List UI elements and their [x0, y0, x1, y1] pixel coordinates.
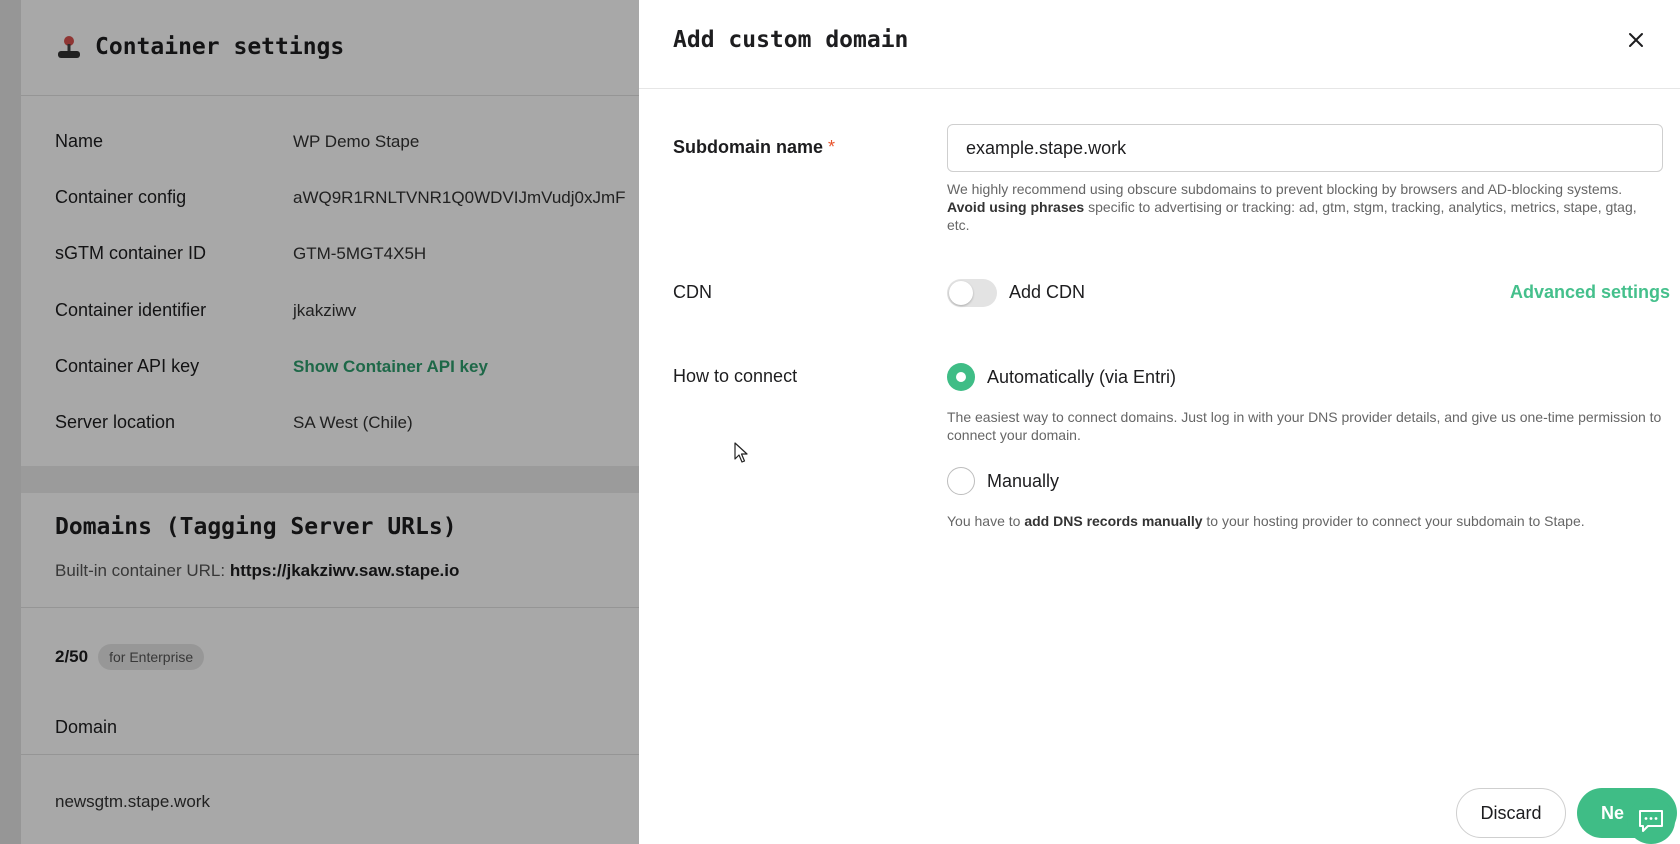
toggle-knob [949, 281, 973, 305]
subdomain-hint: We highly recommend using obscure subdom… [947, 181, 1637, 233]
radio-automatic[interactable] [947, 363, 975, 391]
panel-title: Add custom domain [673, 27, 909, 53]
automatic-hint: The easiest way to connect domains. Just… [947, 409, 1662, 443]
radio-manual-label[interactable]: Manually [987, 471, 1059, 492]
add-custom-domain-panel: Add custom domain Subdomain name * We hi… [639, 0, 1680, 844]
cdn-toggle[interactable] [947, 279, 997, 307]
panel-divider [639, 88, 1680, 89]
how-to-connect-label: How to connect [673, 366, 798, 386]
discard-button[interactable]: Discard [1456, 788, 1566, 838]
required-mark: * [828, 137, 836, 157]
subdomain-label: Subdomain name * [673, 137, 836, 157]
cdn-toggle-label[interactable]: Add CDN [1009, 282, 1085, 303]
subdomain-input[interactable] [947, 124, 1663, 172]
chat-widget-button[interactable] [1627, 798, 1675, 844]
radio-manual[interactable] [947, 467, 975, 495]
advanced-settings-link[interactable]: Advanced settings [1510, 282, 1670, 303]
mouse-cursor-icon [734, 442, 748, 463]
chat-icon [1639, 810, 1663, 832]
modal-overlay[interactable] [0, 0, 639, 844]
radio-automatic-label[interactable]: Automatically (via Entri) [987, 367, 1176, 388]
close-icon[interactable] [1624, 28, 1648, 52]
manual-hint: You have to add DNS records manually to … [947, 513, 1585, 529]
cdn-label: CDN [673, 282, 712, 302]
